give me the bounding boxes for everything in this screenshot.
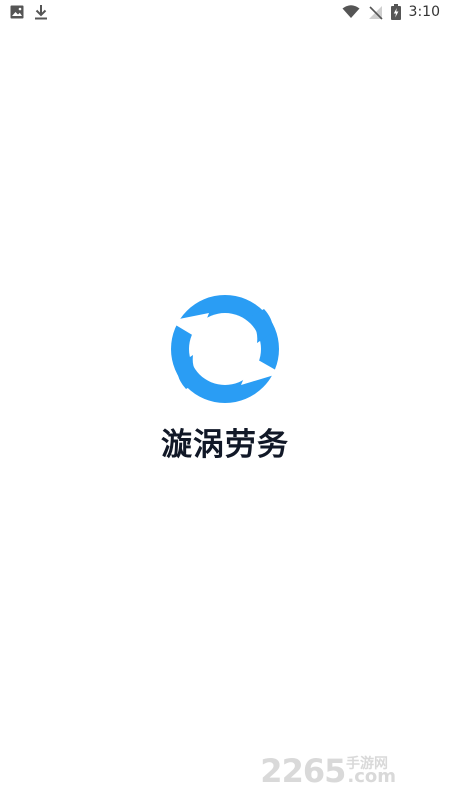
battery-charging-icon — [390, 4, 401, 20]
watermark-number: 2265 — [260, 752, 346, 790]
swirl-logo-icon — [169, 293, 281, 405]
status-bar: 3:10 — [0, 0, 450, 24]
status-time: 3:10 — [408, 4, 440, 20]
splash-content: 漩涡劳务 — [0, 293, 450, 464]
image-icon — [10, 5, 24, 19]
status-bar-left — [10, 4, 48, 20]
wifi-icon — [342, 5, 360, 19]
watermark: 2265 .com 手游网 — [260, 752, 440, 790]
splash-screen: 3:10 漩涡劳务 2265 .com 手游网 — [0, 0, 450, 800]
no-signal-icon — [368, 5, 383, 20]
download-icon — [34, 4, 48, 20]
watermark-site-name: 手游网 — [346, 756, 388, 772]
status-bar-right: 3:10 — [342, 4, 440, 20]
app-name: 漩涡劳务 — [161, 427, 289, 463]
